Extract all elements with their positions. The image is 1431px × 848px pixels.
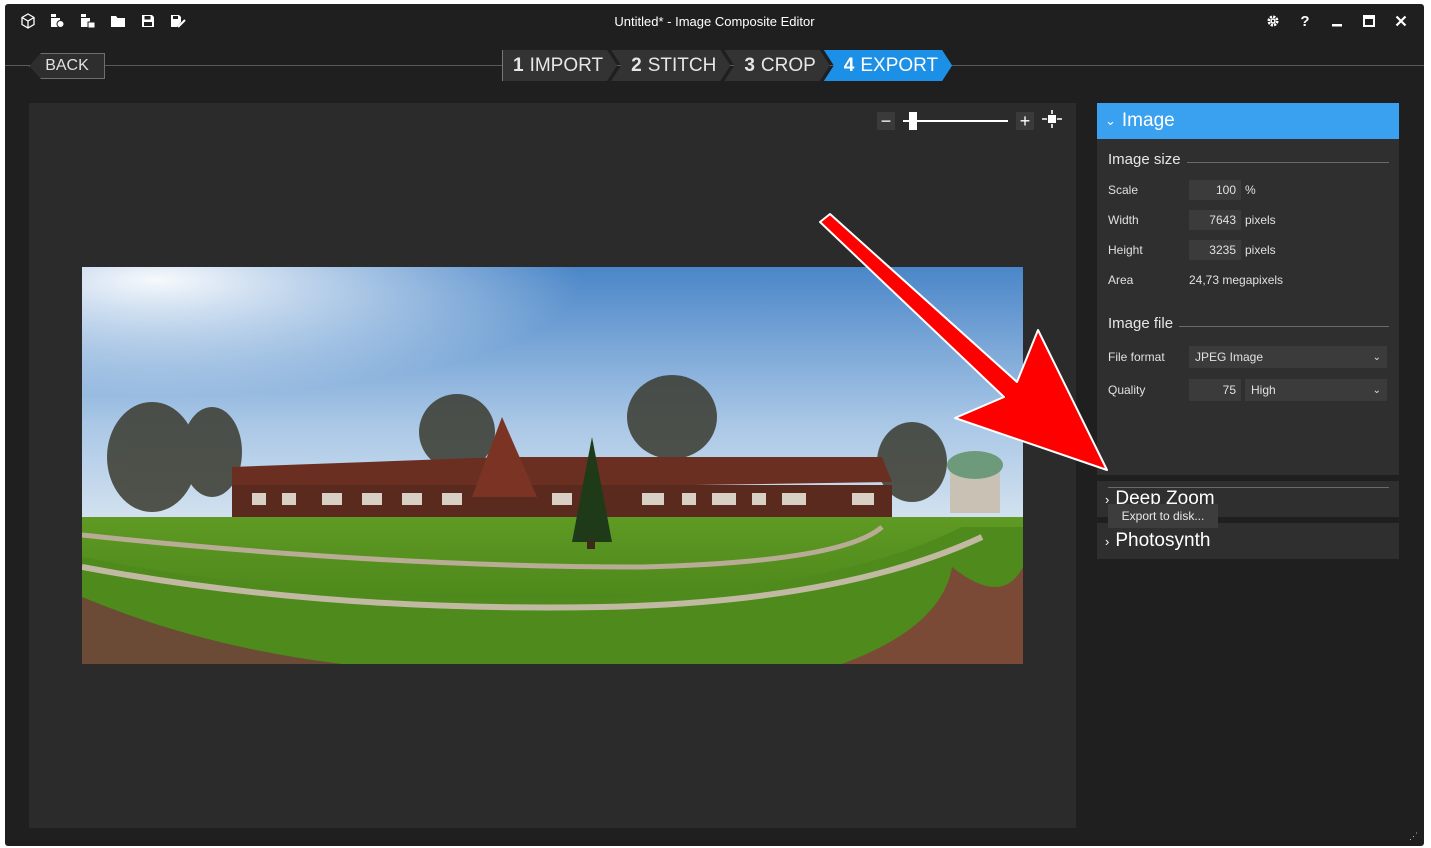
minimize-icon[interactable] — [1328, 12, 1346, 30]
step-number: 2 — [631, 54, 642, 76]
quality-select[interactable]: High ⌄ — [1245, 379, 1387, 401]
zoom-out-button[interactable]: − — [877, 111, 895, 131]
help-icon[interactable]: ? — [1296, 12, 1314, 30]
area-row: Area 24,73 megapixels — [1108, 265, 1389, 295]
chevron-down-icon: ⌄ — [1372, 351, 1381, 363]
resize-grip-icon[interactable]: ⋰ — [1409, 831, 1418, 842]
zoom-slider-track — [903, 120, 1008, 122]
width-input[interactable]: 7643 — [1189, 210, 1241, 230]
zoom-slider-thumb[interactable] — [909, 112, 917, 130]
quality-input[interactable]: 75 — [1189, 379, 1241, 401]
width-row: Width 7643 pixels — [1108, 205, 1389, 235]
step-stitch[interactable]: 2 STITCH — [611, 50, 730, 81]
zoom-controls: − + — [877, 109, 1062, 133]
divider — [1179, 325, 1389, 327]
back-button[interactable]: BACK — [29, 53, 105, 79]
image-file-heading: Image file — [1108, 303, 1389, 333]
wizard-steps: 1 IMPORT 2 STITCH 3 CROP 4 EXPORT — [502, 50, 946, 81]
quality-level-value: High — [1251, 383, 1276, 397]
file-format-value: JPEG Image — [1195, 350, 1264, 364]
step-export[interactable]: 4 EXPORT — [824, 50, 952, 81]
step-label: EXPORT — [860, 54, 939, 76]
title-bar: Untitled* - Image Composite Editor ? — [5, 4, 1424, 40]
width-label: Width — [1108, 213, 1139, 227]
app-window: Untitled* - Image Composite Editor ? BAC… — [5, 4, 1424, 846]
image-file-label: Image file — [1108, 314, 1174, 332]
width-unit: pixels — [1245, 213, 1276, 227]
image-size-heading: Image size — [1108, 139, 1389, 169]
chevron-down-icon: ⌄ — [1105, 113, 1116, 128]
step-number: 4 — [843, 54, 855, 76]
chevron-right-icon: › — [1105, 533, 1110, 549]
divider — [1186, 161, 1389, 163]
window-title: Untitled* - Image Composite Editor — [614, 14, 815, 29]
step-label: STITCH — [647, 54, 717, 76]
fit-to-window-icon[interactable] — [1042, 109, 1062, 133]
export-settings-panel: ⌄ Image Image size Scale 100 % Width 764… — [1097, 103, 1399, 559]
height-label: Height — [1108, 243, 1143, 257]
step-number: 1 — [513, 54, 524, 76]
photosynth-section-header[interactable]: › Photosynth — [1097, 523, 1399, 559]
image-section-header[interactable]: ⌄ Image — [1097, 103, 1399, 139]
preview-canvas[interactable]: − + — [29, 103, 1076, 828]
divider — [1108, 487, 1389, 488]
scale-row: Scale 100 % — [1108, 175, 1389, 205]
photosynth-title: Photosynth — [1115, 530, 1211, 551]
file-format-label: File format — [1108, 350, 1165, 364]
image-section-title: Image — [1121, 110, 1175, 131]
step-crop[interactable]: 3 CROP — [724, 50, 829, 81]
scale-input[interactable]: 100 — [1189, 180, 1241, 200]
zoom-in-button[interactable]: + — [1016, 111, 1034, 131]
export-to-disk-button[interactable]: Export to disk... — [1108, 504, 1218, 528]
scale-label: Scale — [1108, 183, 1139, 197]
height-unit: pixels — [1245, 243, 1276, 257]
scale-unit: % — [1245, 183, 1256, 197]
step-label: CROP — [760, 54, 816, 76]
window-controls: ? — [1264, 12, 1410, 30]
area-label: Area — [1108, 273, 1134, 287]
zoom-slider[interactable] — [903, 111, 1008, 131]
step-label: IMPORT — [529, 54, 604, 76]
panorama-image — [82, 267, 1023, 664]
maximize-icon[interactable] — [1360, 12, 1378, 30]
area-value: 24,73 megapixels — [1189, 273, 1284, 287]
quality-label: Quality — [1108, 383, 1146, 397]
height-input[interactable]: 3235 — [1189, 240, 1241, 260]
step-import[interactable]: 1 IMPORT — [502, 50, 617, 81]
file-format-select[interactable]: JPEG Image ⌄ — [1189, 346, 1387, 368]
image-size-label: Image size — [1108, 150, 1181, 168]
image-section-body: Image size Scale 100 % Width 7643 pixels… — [1097, 139, 1399, 528]
chevron-down-icon: ⌄ — [1372, 384, 1381, 396]
step-number: 3 — [744, 54, 755, 76]
settings-gear-icon[interactable] — [1264, 12, 1282, 30]
file-format-row: File format JPEG Image ⌄ — [1108, 341, 1389, 373]
height-row: Height 3235 pixels — [1108, 235, 1389, 265]
quality-row: Quality 75 High ⌄ — [1108, 373, 1389, 407]
close-icon[interactable] — [1392, 12, 1410, 30]
